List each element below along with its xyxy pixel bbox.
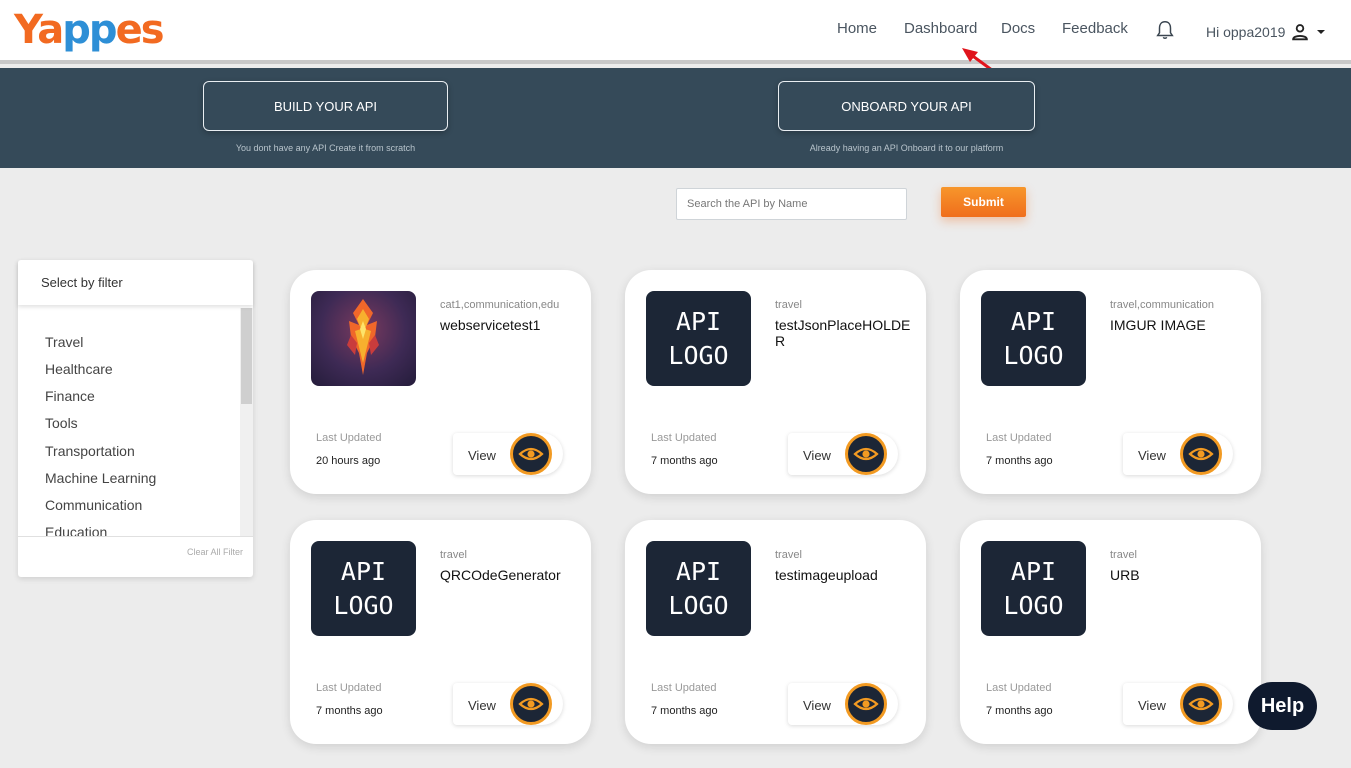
api-category: travel,communication	[1110, 299, 1214, 311]
api-name: QRCOdeGenerator	[440, 567, 561, 583]
api-logo-placeholder-text: API LOGO	[1003, 557, 1064, 620]
eye-icon	[845, 683, 887, 725]
filter-item-machine-learning[interactable]: Machine Learning	[45, 470, 156, 486]
filter-title: Select by filter	[18, 260, 253, 305]
api-name: testJsonPlaceHOLDER	[775, 317, 911, 349]
last-updated-value: 20 hours ago	[316, 455, 381, 467]
api-logo-placeholder-text: API LOGO	[333, 557, 394, 620]
filter-item-finance[interactable]: Finance	[45, 388, 95, 404]
last-updated-value: 7 months ago	[651, 455, 718, 467]
filter-item-education[interactable]: Education	[45, 524, 107, 536]
filter-item-tools[interactable]: Tools	[45, 415, 78, 431]
api-thumbnail: API LOGO	[646, 541, 751, 636]
last-updated-value: 7 months ago	[986, 455, 1053, 467]
eye-icon	[510, 683, 552, 725]
view-button[interactable]: View	[1123, 433, 1233, 475]
caret-down-icon	[1317, 30, 1326, 34]
filter-list[interactable]: Travel Healthcare Finance Tools Transpor…	[18, 308, 253, 536]
nav-home[interactable]: Home	[837, 20, 877, 37]
eye-icon	[510, 433, 552, 475]
user-greeting: Hi oppa2019	[1206, 24, 1286, 40]
filter-footer: Clear All Filter	[18, 536, 253, 577]
last-updated-value: 7 months ago	[651, 705, 718, 717]
nav-feedback[interactable]: Feedback	[1062, 20, 1128, 37]
api-name: webservicetest1	[440, 317, 541, 333]
last-updated-label: Last Updated	[651, 682, 717, 694]
submit-button[interactable]: Submit	[941, 187, 1026, 217]
api-category: travel	[775, 549, 802, 561]
api-category: travel	[440, 549, 467, 561]
last-updated-value: 7 months ago	[316, 705, 383, 717]
logo-text-part2: pp	[62, 7, 117, 53]
api-name: IMGUR IMAGE	[1110, 317, 1206, 333]
view-button[interactable]: View	[788, 433, 898, 475]
person-icon	[1292, 24, 1309, 41]
view-label: View	[803, 698, 831, 713]
api-card[interactable]: API LOGO travel URB Last Updated 7 month…	[960, 520, 1261, 744]
api-thumbnail: API LOGO	[981, 291, 1086, 386]
filter-item-travel[interactable]: Travel	[45, 334, 83, 350]
api-thumbnail	[311, 291, 416, 386]
api-thumbnail: API LOGO	[311, 541, 416, 636]
view-label: View	[803, 448, 831, 463]
last-updated-value: 7 months ago	[986, 705, 1053, 717]
api-card[interactable]: API LOGO travel QRCOdeGenerator Last Upd…	[290, 520, 591, 744]
api-logo-placeholder-text: API LOGO	[668, 307, 729, 370]
eye-icon	[845, 433, 887, 475]
view-button[interactable]: View	[1123, 683, 1233, 725]
last-updated-label: Last Updated	[986, 682, 1052, 694]
hero-banner: BUILD YOUR API You dont have any API Cre…	[0, 68, 1351, 168]
last-updated-label: Last Updated	[651, 432, 717, 444]
bell-icon[interactable]	[1154, 18, 1176, 42]
view-label: View	[468, 698, 496, 713]
top-navbar: Yappes Home Dashboard Docs Feedback Hi o…	[0, 0, 1351, 64]
view-label: View	[1138, 448, 1166, 463]
logo-text-part3: es	[115, 7, 165, 53]
view-label: View	[1138, 698, 1166, 713]
logo-text-part1: Ya	[14, 7, 64, 53]
api-thumbnail: API LOGO	[646, 291, 751, 386]
api-search-input[interactable]	[676, 188, 907, 220]
api-card[interactable]: API LOGO travel testJsonPlaceHOLDER Last…	[625, 270, 926, 494]
filter-scroll-thumb[interactable]	[241, 308, 252, 404]
onboard-api-button[interactable]: ONBOARD YOUR API	[778, 81, 1035, 131]
api-category: travel	[775, 299, 802, 311]
filter-panel: Select by filter Travel Healthcare Finan…	[18, 260, 253, 577]
view-button[interactable]: View	[788, 683, 898, 725]
api-name: URB	[1110, 567, 1140, 583]
flame-logo-icon	[347, 299, 379, 375]
build-api-button[interactable]: BUILD YOUR API	[203, 81, 448, 131]
api-logo-placeholder-text: API LOGO	[1003, 307, 1064, 370]
api-logo-placeholder-text: API LOGO	[668, 557, 729, 620]
api-thumbnail: API LOGO	[981, 541, 1086, 636]
onboard-api-note: Already having an API Onboard it to our …	[809, 143, 1004, 153]
api-card[interactable]: cat1,communication,edu webservicetest1 L…	[290, 270, 591, 494]
nav-docs[interactable]: Docs	[1001, 20, 1035, 37]
clear-all-filter-link[interactable]: Clear All Filter	[187, 547, 243, 557]
view-button[interactable]: View	[453, 433, 563, 475]
api-category: cat1,communication,edu	[440, 299, 560, 311]
yappes-logo[interactable]: Yappes	[14, 6, 165, 54]
api-category: travel	[1110, 549, 1137, 561]
api-card[interactable]: API LOGO travel testimageupload Last Upd…	[625, 520, 926, 744]
last-updated-label: Last Updated	[316, 682, 382, 694]
api-card[interactable]: API LOGO travel,communication IMGUR IMAG…	[960, 270, 1261, 494]
filter-item-healthcare[interactable]: Healthcare	[45, 361, 113, 377]
filter-scrollbar[interactable]	[240, 308, 253, 536]
filter-item-transportation[interactable]: Transportation	[45, 443, 135, 459]
build-api-note: You dont have any API Create it from scr…	[235, 143, 416, 153]
eye-icon	[1180, 433, 1222, 475]
view-button[interactable]: View	[453, 683, 563, 725]
help-button[interactable]: Help	[1248, 682, 1317, 730]
last-updated-label: Last Updated	[986, 432, 1052, 444]
user-menu[interactable]: Hi oppa2019	[1206, 21, 1327, 43]
filter-item-communication[interactable]: Communication	[45, 497, 142, 513]
nav-dashboard[interactable]: Dashboard	[904, 20, 977, 37]
last-updated-label: Last Updated	[316, 432, 382, 444]
api-name: testimageupload	[775, 567, 878, 583]
eye-icon	[1180, 683, 1222, 725]
view-label: View	[468, 448, 496, 463]
